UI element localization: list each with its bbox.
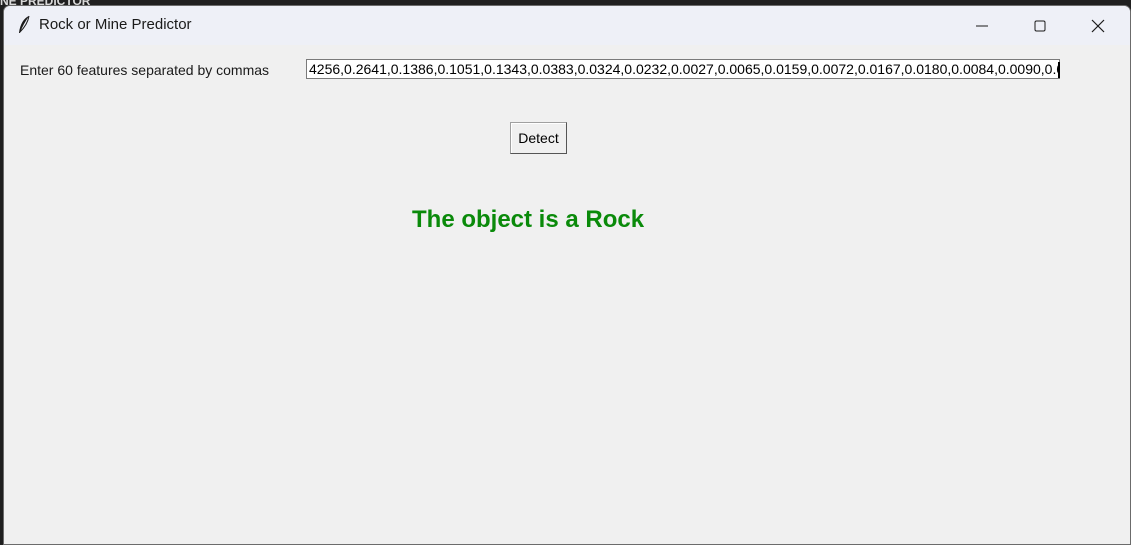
minimize-icon (976, 25, 988, 26)
window-title: Rock or Mine Predictor (39, 16, 192, 33)
app-window: Rock or Mine Predictor Enter 60 features… (3, 5, 1131, 545)
maximize-icon (1034, 20, 1046, 31)
features-label: Enter 60 features separated by commas (20, 62, 270, 78)
result-message: The object is a Rock (412, 206, 645, 233)
features-input[interactable] (306, 59, 1060, 79)
detect-button[interactable]: Detect (510, 122, 567, 154)
title-bar[interactable]: Rock or Mine Predictor (4, 6, 1130, 45)
maximize-button[interactable] (1012, 6, 1068, 45)
feather-icon (19, 15, 30, 33)
text-caret (1058, 62, 1060, 78)
close-button[interactable] (1070, 6, 1126, 45)
close-icon (1091, 19, 1105, 32)
minimize-button[interactable] (954, 6, 1010, 45)
